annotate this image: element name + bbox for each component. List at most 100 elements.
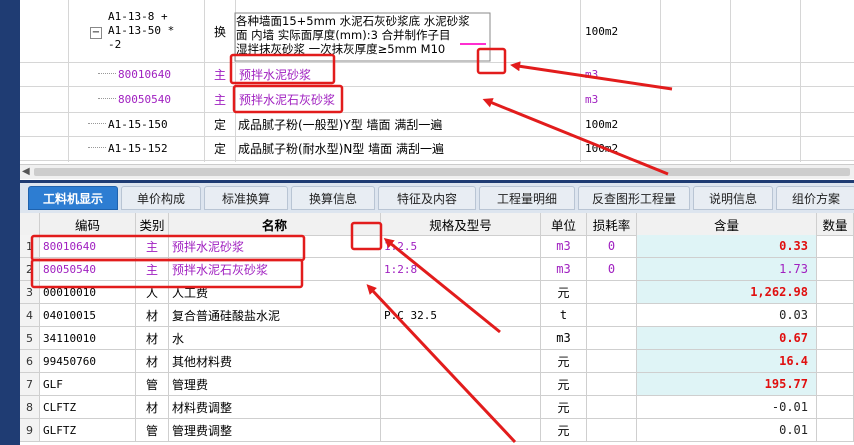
- tab-unit-price[interactable]: 单价构成: [121, 186, 201, 210]
- loss-rate: [587, 373, 637, 395]
- header-spec[interactable]: 规格及型号: [381, 213, 541, 235]
- table-row[interactable]: 9 GLFTZ 管管理费调整 元 0.01: [20, 419, 854, 442]
- quantity-value: [817, 258, 854, 280]
- tab-conversion-info[interactable]: 换算信息: [291, 186, 375, 210]
- row-number[interactable]: 2: [20, 258, 40, 280]
- material-name: 预拌水泥石灰砂浆: [169, 258, 381, 280]
- material-type: 主: [136, 235, 169, 257]
- table-row[interactable]: 5 34110010 材水 m3 0.67: [20, 327, 854, 350]
- material-unit: t: [541, 304, 587, 326]
- content-value: 0.33: [637, 235, 817, 257]
- item-unit: m3: [585, 67, 599, 81]
- material-spec: [381, 327, 541, 349]
- horizontal-scrollbar[interactable]: ◀: [20, 164, 854, 179]
- table-row[interactable]: 6 99450760 材其他材料费 元 16.4: [20, 350, 854, 373]
- loss-rate: [587, 281, 637, 303]
- tab-features[interactable]: 特征及内容: [378, 186, 476, 210]
- item-code: 80050540: [118, 92, 171, 106]
- table-row[interactable]: 2 80050540 主预拌水泥石灰砂浆 1:2:8 m3 0 1.73: [20, 258, 854, 281]
- loss-rate: 0: [587, 258, 637, 280]
- row-number[interactable]: 7: [20, 373, 40, 395]
- row-number[interactable]: 1: [20, 235, 40, 257]
- tab-pricing-scheme[interactable]: 组价方案: [776, 186, 854, 210]
- item-unit: 100m2: [585, 141, 619, 155]
- tab-material-display[interactable]: 工料机显示: [28, 186, 118, 210]
- grid-row[interactable]: 80050540 主 预拌水泥石灰砂浆 m3: [20, 86, 854, 113]
- material-spec: [381, 373, 541, 395]
- tab-standard-conversion[interactable]: 标准换算: [204, 186, 288, 210]
- table-row[interactable]: 8 CLFTZ 材材料费调整 元 -0.01: [20, 396, 854, 419]
- material-code: 80010640: [40, 235, 136, 257]
- material-unit: 元: [541, 373, 587, 395]
- material-type: 材: [136, 396, 169, 418]
- material-type: 人: [136, 281, 169, 303]
- grid-row[interactable]: A1-15-150 定 成品腻子粉(一般型)Y型 墙面 满刮一遍 100m2: [20, 112, 854, 137]
- loss-rate: [587, 419, 637, 441]
- item-type: 定: [213, 141, 226, 156]
- material-name: 预拌水泥砂浆: [169, 235, 381, 257]
- content-value: 1,262.98: [637, 281, 817, 303]
- grid-row[interactable]: 80010640 主 预拌水泥砂浆 m3: [20, 62, 854, 87]
- item-unit: 100m2: [585, 117, 619, 131]
- material-name: 人工费: [169, 281, 381, 303]
- quantity-value: [817, 304, 854, 326]
- material-spec: 1:2:8: [381, 258, 541, 280]
- header-type[interactable]: 类别: [136, 213, 169, 235]
- material-name: 管理费: [169, 373, 381, 395]
- header-content[interactable]: 含量: [637, 213, 817, 235]
- material-spec: 1:2.5: [381, 235, 541, 257]
- quantity-value: [817, 350, 854, 372]
- grid-row[interactable]: A1-15-152 定 成品腻子粉(耐水型)N型 墙面 满刮一遍 100m2: [20, 136, 854, 161]
- loss-rate: [587, 327, 637, 349]
- header-unit[interactable]: 单位: [541, 213, 587, 235]
- row-number[interactable]: 5: [20, 327, 40, 349]
- item-unit: m3: [585, 92, 599, 106]
- item-code: A1-15-150: [108, 117, 168, 131]
- upper-grid: − A1-13-8 + A1-13-50 * -2 换 各种墙面15+5mm 水…: [20, 0, 854, 180]
- tab-reverse-lookup[interactable]: 反查图形工程量: [578, 186, 690, 210]
- material-name: 复合普通硅酸盐水泥: [169, 304, 381, 326]
- grid-header: 编码 类别 名称 规格及型号 单位 损耗率 含量 数量: [20, 213, 854, 236]
- header-name[interactable]: 名称: [169, 213, 381, 235]
- content-value: 16.4: [637, 350, 817, 372]
- material-spec: [381, 419, 541, 441]
- content-value: 195.77: [637, 373, 817, 395]
- item-name: 预拌水泥砂浆: [239, 67, 312, 82]
- material-name: 水: [169, 327, 381, 349]
- tab-description[interactable]: 说明信息: [693, 186, 773, 210]
- row-number[interactable]: 9: [20, 419, 40, 441]
- material-spec: [381, 350, 541, 372]
- material-unit: m3: [541, 327, 587, 349]
- loss-rate: [587, 396, 637, 418]
- item-unit: 100m2: [585, 24, 619, 38]
- scrollbar-thumb[interactable]: [34, 168, 850, 176]
- material-code: 00010010: [40, 281, 136, 303]
- item-name: 成品腻子粉(耐水型)N型 墙面 满刮一遍: [238, 141, 444, 156]
- table-row[interactable]: 3 00010010 人人工费 元 1,262.98: [20, 281, 854, 304]
- content-value: 1.73: [637, 258, 817, 280]
- header-loss-rate[interactable]: 损耗率: [587, 213, 637, 235]
- table-row[interactable]: 7 GLF 管管理费 元 195.77: [20, 373, 854, 396]
- table-row[interactable]: 4 04010015 材复合普通硅酸盐水泥 P.C 32.5 t 0.03: [20, 304, 854, 327]
- material-grid: 编码 类别 名称 规格及型号 单位 损耗率 含量 数量 1 80010640 主预拌…: [20, 213, 854, 445]
- tab-quantity-detail[interactable]: 工程量明细: [479, 186, 575, 210]
- expander-icon[interactable]: −: [90, 27, 102, 39]
- item-name: 成品腻子粉(一般型)Y型 墙面 满刮一遍: [238, 117, 443, 132]
- row-number[interactable]: 8: [20, 396, 40, 418]
- content-value: 0.03: [637, 304, 817, 326]
- item-code: 80010640: [118, 67, 171, 81]
- material-name: 材料费调整: [169, 396, 381, 418]
- content-value: -0.01: [637, 396, 817, 418]
- row-number[interactable]: 4: [20, 304, 40, 326]
- row-number[interactable]: 3: [20, 281, 40, 303]
- table-row[interactable]: 1 80010640 主预拌水泥砂浆 1:2.5 m3 0 0.33: [20, 235, 854, 258]
- loss-rate: [587, 304, 637, 326]
- item-code-line: A1-13-50 *: [108, 24, 175, 37]
- material-unit: m3: [541, 258, 587, 280]
- material-type: 材: [136, 350, 169, 372]
- row-number[interactable]: 6: [20, 350, 40, 372]
- header-quantity[interactable]: 数量: [817, 213, 854, 235]
- header-code[interactable]: 编码: [40, 213, 136, 235]
- grid-row-merged-item[interactable]: − A1-13-8 + A1-13-50 * -2 换 各种墙面15+5mm 水…: [20, 0, 854, 63]
- scroll-left-icon[interactable]: ◀: [22, 166, 30, 177]
